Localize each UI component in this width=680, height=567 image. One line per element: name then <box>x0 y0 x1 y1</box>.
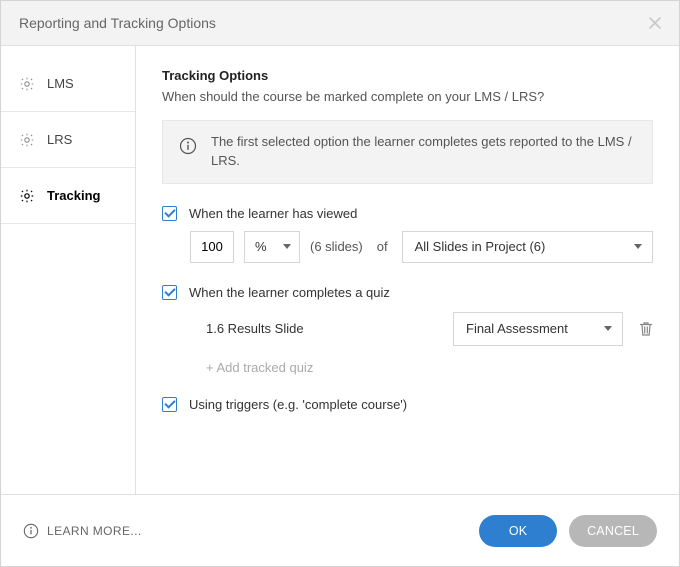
option-viewed-controls: % (6 slides) of All Slides in Project (6… <box>162 231 653 263</box>
window-title: Reporting and Tracking Options <box>19 15 216 31</box>
gear-icon <box>19 188 35 204</box>
dialog-window: Reporting and Tracking Options LMS LRS <box>0 0 680 567</box>
delete-quiz-button[interactable] <box>639 321 653 337</box>
info-icon <box>23 523 39 539</box>
info-icon <box>179 137 197 155</box>
gear-icon <box>19 132 35 148</box>
quiz-result-value: Final Assessment <box>466 321 568 336</box>
viewed-unit-dropdown[interactable]: % <box>244 231 300 263</box>
sidebar-item-label: LMS <box>47 76 74 91</box>
trash-icon <box>639 321 653 337</box>
option-triggers-row: Using triggers (e.g. 'complete course') <box>162 397 653 412</box>
viewed-count-text: (6 slides) <box>310 239 363 254</box>
checkbox-quiz[interactable] <box>162 285 177 300</box>
sidebar-item-lrs[interactable]: LRS <box>1 112 135 168</box>
learn-more-label: LEARN MORE... <box>47 524 142 538</box>
option-triggers-label: Using triggers (e.g. 'complete course') <box>189 397 407 412</box>
add-tracked-quiz[interactable]: + Add tracked quiz <box>190 346 653 375</box>
ok-button[interactable]: OK <box>479 515 557 547</box>
quiz-row: 1.6 Results Slide Final Assessment <box>190 312 653 346</box>
viewed-range-dropdown[interactable]: All Slides in Project (6) <box>402 231 653 263</box>
main-panel: Tracking Options When should the course … <box>136 46 679 494</box>
sidebar: LMS LRS Tracking <box>1 46 136 494</box>
sidebar-item-label: Tracking <box>47 188 100 203</box>
viewed-unit-value: % <box>255 239 267 254</box>
gear-icon <box>19 76 35 92</box>
cancel-button[interactable]: CANCEL <box>569 515 657 547</box>
footer: LEARN MORE... OK CANCEL <box>1 494 679 566</box>
sidebar-item-lms[interactable]: LMS <box>1 56 135 112</box>
chevron-down-icon <box>634 244 642 249</box>
chevron-down-icon <box>604 326 612 331</box>
option-quiz-row: When the learner completes a quiz <box>162 285 653 300</box>
sidebar-item-tracking[interactable]: Tracking <box>1 168 135 224</box>
checkbox-viewed[interactable] <box>162 206 177 221</box>
section-subtitle: When should the course be marked complet… <box>162 89 653 104</box>
option-quiz-label: When the learner completes a quiz <box>189 285 390 300</box>
info-banner: The first selected option the learner co… <box>162 120 653 184</box>
quiz-result-dropdown[interactable]: Final Assessment <box>453 312 623 346</box>
checkbox-triggers[interactable] <box>162 397 177 412</box>
option-viewed-label: When the learner has viewed <box>189 206 357 221</box>
info-text: The first selected option the learner co… <box>211 133 636 171</box>
viewed-range-value: All Slides in Project (6) <box>415 239 546 254</box>
of-label: of <box>373 239 392 254</box>
option-viewed-row: When the learner has viewed <box>162 206 653 221</box>
titlebar: Reporting and Tracking Options <box>1 1 679 46</box>
chevron-down-icon <box>283 244 291 249</box>
dialog-body: LMS LRS Tracking Tracking Options When s… <box>1 46 679 494</box>
section-title: Tracking Options <box>162 68 653 83</box>
sidebar-item-label: LRS <box>47 132 72 147</box>
learn-more-link[interactable]: LEARN MORE... <box>23 523 142 539</box>
viewed-value-input[interactable] <box>190 231 234 263</box>
quiz-slide-name: 1.6 Results Slide <box>194 321 437 336</box>
close-icon <box>648 16 662 30</box>
close-button[interactable] <box>645 13 665 33</box>
option-quiz-controls: 1.6 Results Slide Final Assessment + Add… <box>162 312 653 375</box>
